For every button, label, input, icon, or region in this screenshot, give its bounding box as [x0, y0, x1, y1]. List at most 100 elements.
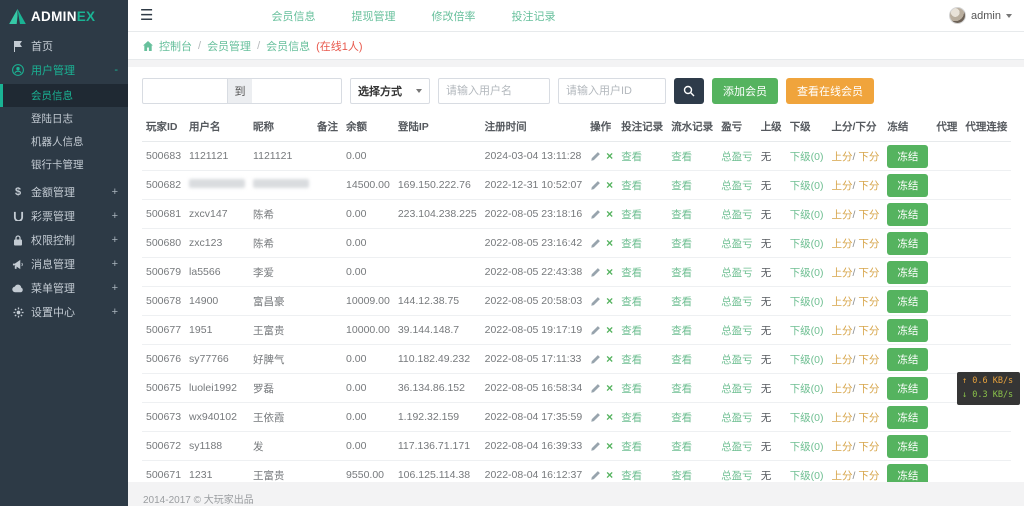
deduct-score-link[interactable]: 下分 [858, 470, 879, 482]
deduct-score-link[interactable]: 下分 [858, 151, 879, 163]
freeze-button[interactable]: 冻结 [887, 261, 928, 284]
sidebar-item-amount-management[interactable]: $ 金额管理 + [0, 180, 128, 204]
edit-icon[interactable] [590, 296, 601, 307]
breadcrumb-member-info[interactable]: 会员信息 [266, 38, 310, 54]
flow-records-link[interactable]: 查看 [671, 180, 692, 192]
total-profit-link[interactable]: 总盈亏 [721, 267, 753, 279]
username-search-input[interactable] [438, 78, 550, 104]
freeze-button[interactable]: 冻结 [887, 290, 928, 313]
freeze-button[interactable]: 冻结 [887, 319, 928, 342]
total-profit-link[interactable]: 总盈亏 [721, 354, 753, 366]
total-profit-link[interactable]: 总盈亏 [721, 180, 753, 192]
freeze-button[interactable]: 冻结 [887, 435, 928, 458]
subordinate-link[interactable]: 下级(0) [790, 354, 824, 366]
edit-icon[interactable] [590, 412, 601, 423]
bet-records-link[interactable]: 查看 [621, 354, 642, 366]
add-score-link[interactable]: 上分 [832, 354, 853, 366]
freeze-button[interactable]: 冻结 [887, 232, 928, 255]
flow-records-link[interactable]: 查看 [671, 238, 692, 250]
freeze-button[interactable]: 冻结 [887, 203, 928, 226]
flow-records-link[interactable]: 查看 [671, 209, 692, 221]
subordinate-link[interactable]: 下级(0) [790, 412, 824, 424]
flow-records-link[interactable]: 查看 [671, 441, 692, 453]
userid-search-input[interactable] [558, 78, 666, 104]
bet-records-link[interactable]: 查看 [621, 296, 642, 308]
search-button[interactable] [674, 78, 704, 104]
subordinate-link[interactable]: 下级(0) [790, 267, 824, 279]
top-nav-modify-rate[interactable]: 修改倍率 [431, 8, 475, 24]
sidebar-item-user-management[interactable]: 用户管理 - [0, 58, 128, 82]
delete-icon[interactable]: × [606, 295, 613, 307]
top-nav-withdraw-management[interactable]: 提现管理 [351, 8, 395, 24]
freeze-button[interactable]: 冻结 [887, 377, 928, 400]
sidebar-item-login-log[interactable]: 登陆日志 [0, 107, 128, 130]
total-profit-link[interactable]: 总盈亏 [721, 151, 753, 163]
delete-icon[interactable]: × [606, 324, 613, 336]
delete-icon[interactable]: × [606, 353, 613, 365]
total-profit-link[interactable]: 总盈亏 [721, 383, 753, 395]
delete-icon[interactable]: × [606, 382, 613, 394]
sidebar-item-permission-control[interactable]: 权限控制 + [0, 228, 128, 252]
flow-records-link[interactable]: 查看 [671, 383, 692, 395]
add-score-link[interactable]: 上分 [832, 412, 853, 424]
search-mode-select[interactable]: 选择方式 [350, 78, 430, 104]
delete-icon[interactable]: × [606, 266, 613, 278]
add-score-link[interactable]: 上分 [832, 267, 853, 279]
delete-icon[interactable]: × [606, 208, 613, 220]
deduct-score-link[interactable]: 下分 [858, 296, 879, 308]
add-score-link[interactable]: 上分 [832, 325, 853, 337]
freeze-button[interactable]: 冻结 [887, 174, 928, 197]
sidebar-item-robot-info[interactable]: 机器人信息 [0, 130, 128, 153]
freeze-button[interactable]: 冻结 [887, 406, 928, 429]
date-to-input[interactable] [252, 78, 342, 104]
total-profit-link[interactable]: 总盈亏 [721, 238, 753, 250]
sidebar-item-member-info[interactable]: 会员信息 [0, 84, 128, 107]
deduct-score-link[interactable]: 下分 [858, 238, 879, 250]
bet-records-link[interactable]: 查看 [621, 383, 642, 395]
edit-icon[interactable] [590, 470, 601, 481]
top-nav-member-info[interactable]: 会员信息 [271, 8, 315, 24]
sidebar-item-message-management[interactable]: 消息管理 + [0, 252, 128, 276]
sidebar-item-menu-management[interactable]: 菜单管理 + [0, 276, 128, 300]
bet-records-link[interactable]: 查看 [621, 238, 642, 250]
delete-icon[interactable]: × [606, 237, 613, 249]
total-profit-link[interactable]: 总盈亏 [721, 325, 753, 337]
hamburger-menu-icon[interactable]: ☰ [140, 8, 153, 23]
breadcrumb-console[interactable]: 控制台 [159, 38, 192, 54]
deduct-score-link[interactable]: 下分 [858, 383, 879, 395]
total-profit-link[interactable]: 总盈亏 [721, 412, 753, 424]
add-score-link[interactable]: 上分 [832, 470, 853, 482]
edit-icon[interactable] [590, 441, 601, 452]
user-menu[interactable]: admin [949, 7, 1012, 24]
freeze-button[interactable]: 冻结 [887, 464, 928, 483]
sidebar-item-home[interactable]: 首页 [0, 34, 128, 58]
add-score-link[interactable]: 上分 [832, 296, 853, 308]
edit-icon[interactable] [590, 267, 601, 278]
subordinate-link[interactable]: 下级(0) [790, 209, 824, 221]
add-score-link[interactable]: 上分 [832, 441, 853, 453]
subordinate-link[interactable]: 下级(0) [790, 296, 824, 308]
subordinate-link[interactable]: 下级(0) [790, 238, 824, 250]
deduct-score-link[interactable]: 下分 [858, 412, 879, 424]
subordinate-link[interactable]: 下级(0) [790, 470, 824, 482]
subordinate-link[interactable]: 下级(0) [790, 180, 824, 192]
breadcrumb-member-management[interactable]: 会员管理 [207, 38, 251, 54]
deduct-score-link[interactable]: 下分 [858, 180, 879, 192]
edit-icon[interactable] [590, 238, 601, 249]
deduct-score-link[interactable]: 下分 [858, 354, 879, 366]
add-score-link[interactable]: 上分 [832, 180, 853, 192]
total-profit-link[interactable]: 总盈亏 [721, 470, 753, 482]
flow-records-link[interactable]: 查看 [671, 325, 692, 337]
delete-icon[interactable]: × [606, 150, 613, 162]
flow-records-link[interactable]: 查看 [671, 412, 692, 424]
freeze-button[interactable]: 冻结 [887, 348, 928, 371]
add-member-button[interactable]: 添加会员 [712, 78, 778, 104]
subordinate-link[interactable]: 下级(0) [790, 383, 824, 395]
subordinate-link[interactable]: 下级(0) [790, 151, 824, 163]
deduct-score-link[interactable]: 下分 [858, 209, 879, 221]
delete-icon[interactable]: × [606, 440, 613, 452]
subordinate-link[interactable]: 下级(0) [790, 325, 824, 337]
edit-icon[interactable] [590, 354, 601, 365]
edit-icon[interactable] [590, 180, 601, 191]
total-profit-link[interactable]: 总盈亏 [721, 296, 753, 308]
